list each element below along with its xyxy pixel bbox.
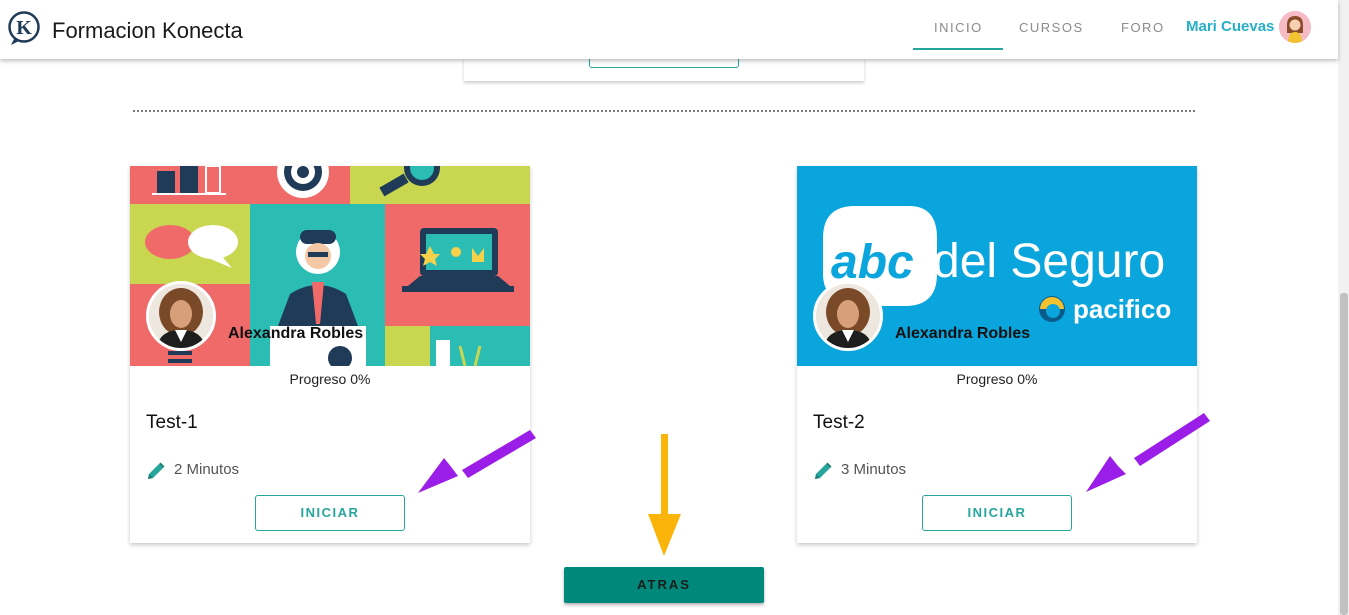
- top-navbar: K Formacion Konecta INICIO CURSOS FORO M…: [0, 0, 1338, 59]
- course-image-test-1: Alexandra Robles: [130, 166, 530, 366]
- svg-text:K: K: [16, 17, 32, 39]
- progress-label: Progreso 0%: [956, 371, 1038, 387]
- page: K Formacion Konecta INICIO CURSOS FORO M…: [0, 0, 1349, 615]
- duration-label: 2 Minutos: [174, 461, 240, 478]
- nav-foro[interactable]: FORO: [1121, 20, 1165, 35]
- start-course-button[interactable]: INICIAR: [922, 495, 1072, 531]
- progress-label: Progreso 0%: [289, 371, 371, 387]
- instructor-name: Alexandra Robles: [228, 325, 364, 342]
- course-title: Test-1: [146, 412, 198, 433]
- course-card-test-1: Alexandra Robles Progreso 0% Test-1 2 Mi…: [130, 166, 530, 543]
- instructor-photo: [813, 281, 883, 351]
- back-button[interactable]: ATRAS: [564, 567, 764, 603]
- course-card-test-2: abc del Seguro pacifico Alexandra Robles…: [797, 166, 1197, 543]
- banner-del-seguro-text: del Seguro: [933, 235, 1165, 288]
- banner-pacifico-text: pacifico: [1073, 294, 1171, 324]
- course-image-test-2: abc del Seguro pacifico Alexandra Robles: [797, 166, 1197, 366]
- pencil-icon: [815, 462, 832, 479]
- brand-title[interactable]: Formacion Konecta: [52, 18, 243, 44]
- course-title: Test-2: [813, 412, 865, 433]
- orange-arrow: [648, 434, 681, 556]
- konecta-logo-icon[interactable]: K: [8, 11, 41, 46]
- active-nav-indicator: [913, 48, 1003, 50]
- instructor-photo: [146, 281, 216, 351]
- scrollbar-thumb[interactable]: [1340, 293, 1348, 615]
- duration-label: 3 Minutos: [841, 461, 907, 478]
- user-name[interactable]: Mari Cuevas: [1186, 18, 1274, 35]
- nav-cursos[interactable]: CURSOS: [1019, 20, 1084, 35]
- nav-inicio[interactable]: INICIO: [934, 20, 983, 35]
- instructor-name: Alexandra Robles: [895, 325, 1031, 342]
- start-course-button[interactable]: INICIAR: [255, 495, 405, 531]
- dotted-divider: [133, 110, 1195, 112]
- user-avatar-icon[interactable]: [1279, 11, 1311, 43]
- pencil-icon: [148, 462, 165, 479]
